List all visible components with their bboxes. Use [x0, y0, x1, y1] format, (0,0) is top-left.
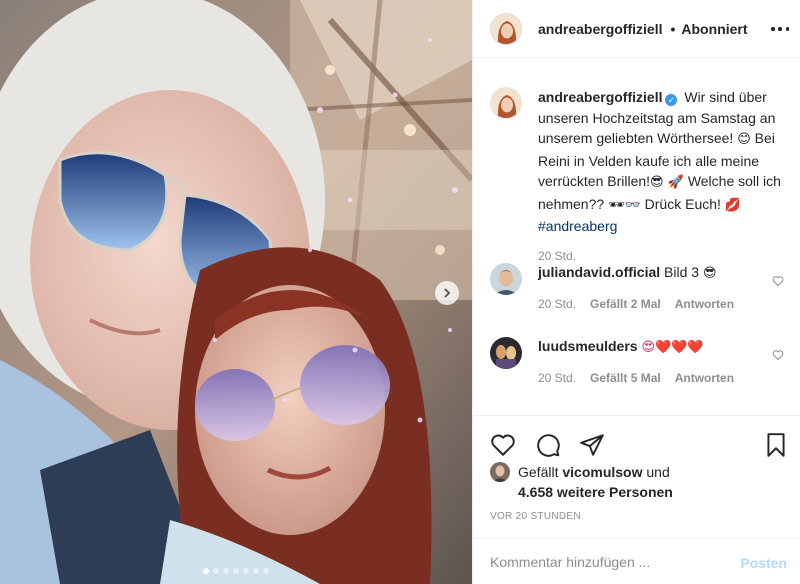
comment-meta: 20 Std. Gefällt 2 Mal Antworten [538, 297, 768, 311]
share-icon[interactable] [579, 432, 605, 458]
avatar-image [491, 13, 521, 44]
caption-time[interactable]: 20 Std. [538, 249, 790, 263]
carousel-dot [253, 568, 259, 574]
emoji: 🕶👓 [608, 197, 641, 213]
carousel-dot [233, 568, 239, 574]
avatar-image [490, 337, 522, 369]
avatar-image [491, 88, 521, 118]
comment-username[interactable]: luudsmeulders [538, 338, 638, 354]
hashtag-link[interactable]: #andreaberg [538, 218, 617, 234]
commenter-avatar[interactable] [490, 263, 522, 295]
carousel-dot [223, 568, 229, 574]
caption-avatar[interactable] [490, 87, 522, 119]
caption-username[interactable]: andreabergoffiziell [538, 89, 662, 105]
likes-prefix: Gefällt [518, 464, 559, 480]
comment-time[interactable]: 20 Std. [538, 297, 576, 311]
comment-likes[interactable]: Gefällt 5 Mal [590, 371, 661, 385]
author-username[interactable]: andreabergoffiziell [538, 21, 662, 37]
likes-conjunction: und [646, 464, 670, 480]
reply-button[interactable]: Antworten [675, 371, 734, 385]
post-sidebar: andreabergoffiziell • Abonniert andreabe… [472, 0, 800, 584]
carousel-dot [263, 568, 269, 574]
follow-status-button[interactable]: Abonniert [681, 21, 747, 37]
comment-text: luudsmeulders 😍❤️❤️❤️ [538, 337, 768, 357]
comment-item: juliandavid.official Bild 3 😎 20 Std. Ge… [490, 263, 790, 311]
comment-body: Bild 3 [664, 264, 700, 280]
post-comment-button[interactable]: Posten [740, 555, 787, 571]
likes-text: Gefällt vicomulsow und [518, 462, 670, 482]
emoji: 😎 [702, 266, 717, 281]
bookmark-icon[interactable] [763, 432, 789, 458]
comment-box: Posten [473, 538, 800, 584]
post-header: andreabergoffiziell • Abonniert [473, 0, 800, 58]
comment-meta: 20 Std. Gefällt 5 Mal Antworten [538, 371, 768, 385]
comment-text: juliandavid.official Bild 3 😎 [538, 263, 768, 283]
comment-input[interactable] [490, 553, 730, 570]
heart-icon[interactable] [772, 275, 784, 287]
post-caption: andreabergoffiziell ✓ Wir sind über unser… [490, 87, 790, 263]
chevron-right-icon [444, 288, 451, 298]
carousel-next-button[interactable] [435, 281, 459, 305]
likes-section: Gefällt vicomulsow und 4.658 weitere Per… [490, 462, 790, 502]
comment-likes[interactable]: Gefällt 2 Mal [590, 297, 661, 311]
post-photo[interactable] [0, 0, 472, 584]
author-avatar[interactable] [490, 12, 522, 45]
avatar-image [490, 263, 522, 295]
verified-icon: ✓ [665, 94, 678, 106]
comment-username[interactable]: juliandavid.official [538, 264, 660, 280]
avatar-image [490, 462, 510, 482]
likes-count-link[interactable]: 4.658 weitere Personen [518, 482, 790, 502]
instagram-post: andreabergoffiziell • Abonniert andreabe… [0, 0, 800, 584]
comment-time[interactable]: 20 Std. [538, 371, 576, 385]
emoji: 😎 🚀 [650, 175, 684, 190]
separator-dot: • [670, 20, 676, 37]
reply-button[interactable]: Antworten [675, 297, 734, 311]
carousel-dot [203, 568, 209, 574]
liker-username[interactable]: vicomulsow [562, 464, 642, 480]
emoji: 💋 [724, 197, 741, 213]
commenter-avatar[interactable] [490, 337, 522, 369]
caption-text-part: Drück Euch! [644, 195, 721, 212]
caption-text: andreabergoffiziell ✓ Wir sind über unser… [538, 87, 790, 237]
carousel-dot [243, 568, 249, 574]
post-timestamp[interactable]: VOR 20 STUNDEN [490, 511, 581, 522]
heart-icon[interactable] [490, 432, 516, 458]
comment-icon[interactable] [535, 432, 561, 458]
selfie-image [0, 0, 472, 584]
more-icon[interactable] [771, 20, 789, 38]
comment-item: luudsmeulders 😍❤️❤️❤️ 20 Std. Gefällt 5 … [490, 337, 790, 385]
emoji: 😊 [737, 132, 751, 147]
carousel-dot [213, 568, 219, 574]
emoji: 😍❤️❤️❤️ [641, 340, 704, 355]
liker-avatar[interactable] [490, 462, 510, 482]
heart-icon[interactable] [772, 349, 784, 361]
carousel-indicator [0, 568, 472, 574]
